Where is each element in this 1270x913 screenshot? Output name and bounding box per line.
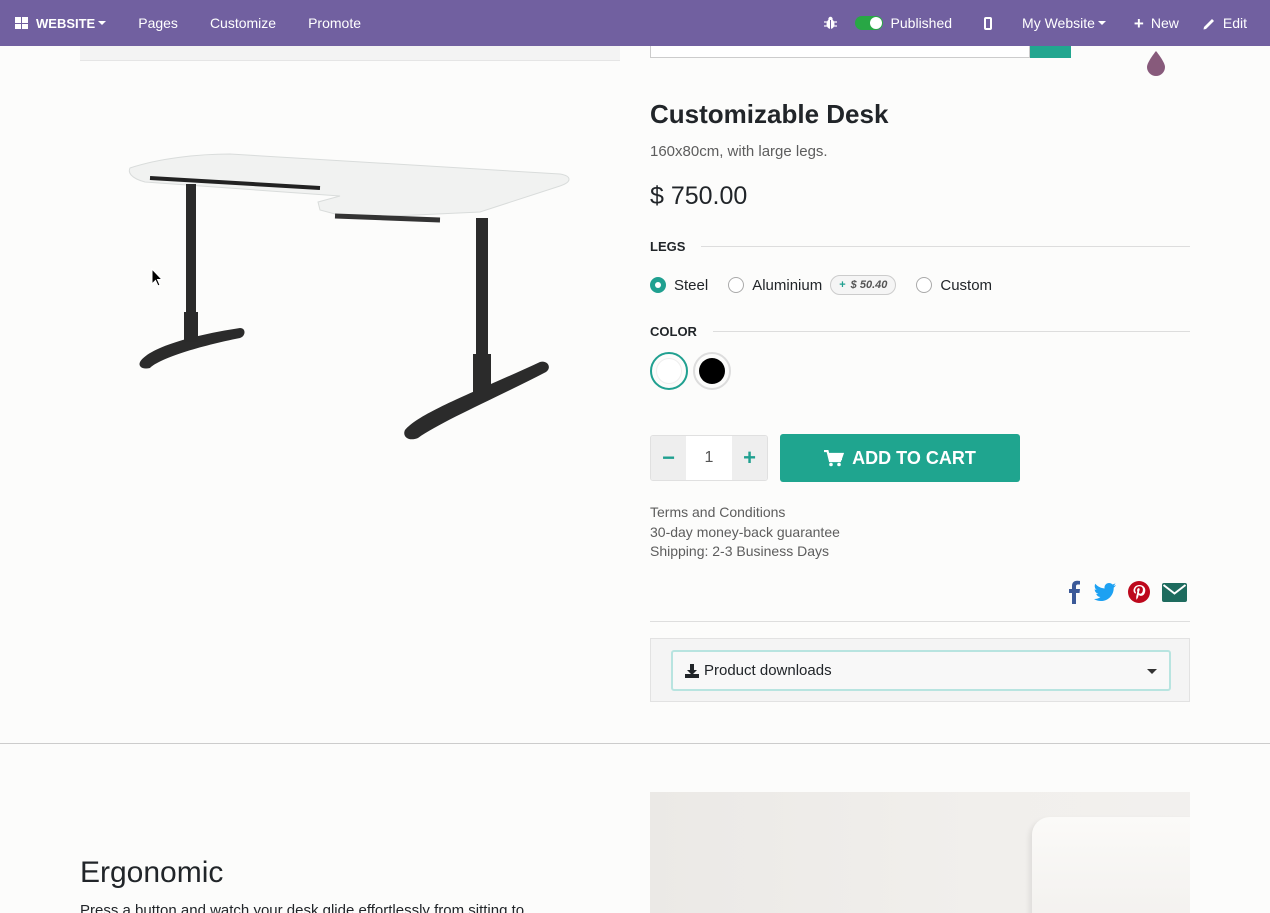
download-icon [685, 663, 699, 678]
legs-option-label: Custom [940, 276, 993, 294]
quantity-input[interactable]: 1 [686, 436, 732, 480]
twitter-icon[interactable] [1094, 583, 1116, 601]
shopping-cart-icon [824, 449, 845, 466]
publish-toggle[interactable]: Published [853, 0, 969, 46]
divider [650, 621, 1190, 622]
published-switch[interactable] [854, 16, 883, 30]
product-image [128, 153, 570, 440]
add-to-cart-label: ADD TO CART [852, 447, 976, 468]
mouse-cursor-icon [151, 268, 163, 287]
edit-button[interactable]: Edit [1191, 0, 1270, 46]
chevron-down-icon [1147, 669, 1157, 674]
legs-option-aluminium[interactable]: Aluminium + $ 50.40 [728, 275, 897, 295]
section-divider [0, 743, 1270, 744]
price-extra-badge: + $ 50.40 [830, 275, 897, 295]
plus-icon: + [839, 279, 846, 291]
search-button[interactable] [1030, 46, 1071, 58]
new-button[interactable]: + New [1122, 0, 1191, 46]
edit-label: Edit [1222, 15, 1247, 31]
color-swatch-white[interactable] [650, 352, 688, 390]
mobile-icon [984, 16, 993, 30]
chevron-down-icon [1097, 21, 1106, 25]
apps-grid-icon [15, 17, 28, 29]
section-text: Press a button and watch your desk glide… [80, 902, 525, 913]
image-detail [1032, 817, 1190, 913]
droplet-icon [1147, 51, 1165, 76]
search-input[interactable] [650, 46, 1030, 58]
legs-title-label: LEGS [650, 239, 686, 254]
decrease-quantity-button[interactable]: − [651, 436, 686, 480]
increase-quantity-button[interactable]: + [732, 436, 767, 480]
debug-button[interactable] [808, 0, 853, 46]
radio-checked-icon[interactable] [650, 277, 666, 293]
website-menu[interactable]: WEBSITE [0, 0, 122, 46]
facebook-icon[interactable] [1066, 580, 1082, 604]
email-icon[interactable] [1162, 583, 1187, 602]
section-title: Ergonomic [80, 856, 224, 889]
mobile-preview-button[interactable] [968, 0, 1006, 46]
divider [701, 246, 1190, 247]
published-label: Published [890, 15, 953, 31]
my-website-label: My Website [1022, 15, 1095, 31]
color-title-label: COLOR [650, 324, 697, 339]
legs-option-custom[interactable]: Custom [916, 277, 992, 294]
add-to-cart-button[interactable]: ADD TO CART [780, 434, 1020, 482]
legs-attribute-title: LEGS [650, 239, 1190, 254]
terms-link[interactable]: Terms and Conditions [650, 503, 840, 523]
legs-option-label: Steel [674, 276, 709, 294]
quantity-stepper: − 1 + [650, 435, 768, 481]
product-downloads-dropdown[interactable]: Product downloads [671, 650, 1171, 691]
legs-option-label: Aluminium [752, 276, 823, 294]
breadcrumb-bar [80, 46, 620, 61]
guarantee-text: 30-day money-back guarantee [650, 523, 840, 540]
color-attribute-title: COLOR [650, 324, 1190, 339]
bug-icon [823, 16, 837, 29]
price-extra-value: $ 50.40 [850, 279, 888, 291]
radio-unchecked-icon[interactable] [916, 277, 933, 293]
pinterest-icon[interactable] [1128, 581, 1150, 603]
radio-unchecked-icon[interactable] [728, 277, 745, 293]
product-downloads-panel: Product downloads [650, 638, 1190, 702]
customize-menu[interactable]: Customize [194, 0, 292, 46]
promote-menu[interactable]: Promote [292, 0, 377, 46]
section-image [650, 792, 1190, 913]
legs-options: Steel Aluminium + $ 50.40 Custom [650, 275, 1012, 295]
chevron-down-icon [98, 21, 107, 25]
terms-block: Terms and Conditions 30-day money-back g… [650, 503, 840, 562]
product-description: 160x80cm, with large legs. [650, 143, 828, 160]
product-name: Customizable Desk [650, 99, 889, 129]
pencil-icon [1203, 18, 1214, 29]
legs-option-steel[interactable]: Steel [650, 277, 708, 294]
pages-menu[interactable]: Pages [122, 0, 194, 46]
color-swatch-black[interactable] [693, 352, 731, 390]
product-price: $ 750.00 [650, 182, 748, 210]
plus-icon: + [1133, 13, 1144, 33]
admin-topbar: WEBSITE Pages Customize Promote Publishe… [0, 0, 1270, 46]
new-label: New [1150, 15, 1179, 31]
swatch-fill [656, 358, 682, 384]
product-downloads-label: Product downloads [704, 662, 832, 679]
website-menu-label: WEBSITE [36, 15, 96, 31]
divider [712, 331, 1190, 332]
my-website-menu[interactable]: My Website [1006, 0, 1122, 46]
swatch-fill [699, 358, 725, 384]
shipping-text: Shipping: 2-3 Business Days [650, 543, 829, 559]
